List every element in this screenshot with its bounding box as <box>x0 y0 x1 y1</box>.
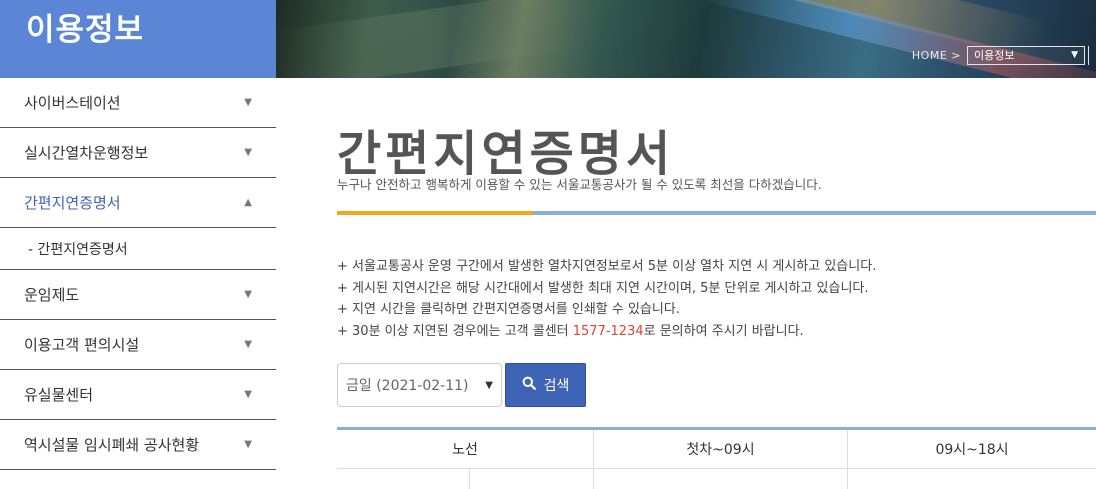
sidebar-item-facilities[interactable]: 이용고객 편의시설 ▼ <box>0 320 276 370</box>
sidebar-item-cyber-station[interactable]: 사이버스테이션 ▼ <box>0 78 276 128</box>
title-divider <box>337 211 1096 215</box>
triangle-up-icon: ▲ <box>244 197 252 208</box>
notice-item: + 30분 이상 지연된 경우에는 고객 콜센터 1577-1234로 문의하여… <box>337 321 1096 343</box>
breadcrumb-next-select[interactable] <box>1088 45 1096 65</box>
title-divider-accent <box>337 211 533 215</box>
column-header-9-to-18: 09시~18시 <box>935 442 1009 458</box>
triangle-down-icon: ▼ <box>244 439 252 450</box>
notice-item: + 서울교통공사 운영 구간에서 발생한 열차지연정보로서 5분 이상 열차 지… <box>337 259 877 274</box>
breadcrumb: HOME > 이용정보 ▼ <box>912 45 1096 65</box>
sidebar-item-delay-certificate[interactable]: 간편지연증명서 ▲ <box>0 178 276 228</box>
section-title: 이용정보 <box>26 12 145 48</box>
notice-text: + 30분 이상 지연된 경우에는 고객 콜센터 <box>337 323 573 339</box>
notice-list: + 서울교통공사 운영 구간에서 발생한 열차지연정보로서 5분 이상 열차 지… <box>337 256 1096 342</box>
triangle-down-icon: ▼ <box>244 339 252 350</box>
breadcrumb-select-value: 이용정보 <box>974 49 1015 62</box>
sidebar-subitem-delay-certificate[interactable]: - 간편지연증명서 <box>0 228 276 270</box>
sidebar-item-closure-status[interactable]: 역시설물 임시폐쇄 공사현황 ▼ <box>0 420 276 470</box>
column-header-first-to-9: 첫차~09시 <box>594 430 848 468</box>
search-row: 금일 (2021-02-11) ▼ 검색 <box>337 363 586 407</box>
breadcrumb-select[interactable]: 이용정보 ▼ <box>967 45 1085 65</box>
date-select-value: 금일 (2021-02-11) <box>346 378 469 394</box>
chevron-down-icon: ▼ <box>1071 50 1078 60</box>
table-row <box>337 469 1096 489</box>
notice-item: + 게시된 지연시간은 해당 시간대에서 발생한 최대 지연 시간이며, 5분 … <box>337 280 869 296</box>
sidebar-item-label: 역시설물 임시폐쇄 공사현황 <box>24 436 200 454</box>
notice-text: 로 문의하여 주시기 바랍니다. <box>643 323 804 339</box>
triangle-down-icon: ▼ <box>244 289 252 300</box>
callcenter-phone: 1577-1234 <box>572 323 644 339</box>
sidebar-item-label: 운임제도 <box>24 286 80 304</box>
triangle-down-icon: ▼ <box>244 147 252 158</box>
delay-table: 노선 첫차~09시 09시~18시 <box>337 427 1096 489</box>
sidebar-item-label: 간편지연증명서 <box>24 194 121 212</box>
column-header-line: 노선 <box>337 430 594 468</box>
sidebar-item-lost-and-found[interactable]: 유실물센터 ▼ <box>0 370 276 420</box>
breadcrumb-home-link[interactable]: HOME > <box>912 49 961 62</box>
sidebar-item-label: 유실물센터 <box>24 386 94 404</box>
sidebar-item-realtime-train[interactable]: 실시간열차운행정보 ▼ <box>0 128 276 178</box>
sidebar-subitem-label: - 간편지연증명서 <box>28 241 128 258</box>
date-select[interactable]: 금일 (2021-02-11) ▼ <box>337 363 502 407</box>
table-header: 노선 첫차~09시 09시~18시 <box>337 430 1096 469</box>
notice-item: + 지연 시간을 클릭하면 간편지연증명서를 인쇄할 수 있습니다. <box>337 302 680 317</box>
triangle-down-icon: ▼ <box>244 97 252 108</box>
search-button-label: 검색 <box>543 378 570 394</box>
sidebar-item-label: 이용고객 편의시설 <box>24 336 140 354</box>
search-icon <box>522 376 536 394</box>
triangle-down-icon: ▼ <box>244 389 252 400</box>
header: 이용정보 HOME > 이용정보 ▼ <box>0 0 1096 78</box>
sidebar-item-fare-system[interactable]: 운임제도 ▼ <box>0 270 276 320</box>
sidebar: 사이버스테이션 ▼ 실시간열차운행정보 ▼ 간편지연증명서 ▲ - 간편지연증명… <box>0 78 276 470</box>
sidebar-item-label: 사이버스테이션 <box>24 94 121 112</box>
sidebar-item-label: 실시간열차운행정보 <box>24 144 149 162</box>
section-banner: 이용정보 <box>0 0 276 78</box>
header-banner-image <box>276 0 1096 78</box>
search-button[interactable]: 검색 <box>505 363 586 407</box>
page-subtitle: 누구나 안전하고 행복하게 이용할 수 있는 서울교통공사가 될 수 있도록 최… <box>337 177 822 192</box>
chevron-down-icon: ▼ <box>485 379 493 391</box>
